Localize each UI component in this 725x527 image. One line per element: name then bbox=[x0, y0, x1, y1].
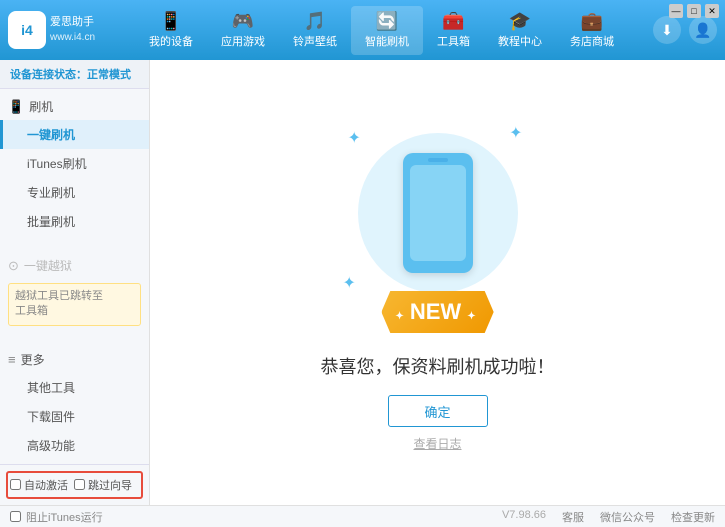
tab-ringtones[interactable]: 🎵 铃声壁纸 bbox=[279, 6, 351, 55]
footer-link-wechat[interactable]: 微信公众号 bbox=[600, 509, 655, 525]
account-button[interactable]: 👤 bbox=[689, 16, 717, 44]
sidebar-item-itunes-flash[interactable]: iTunes刷机 bbox=[0, 149, 149, 178]
maximize-button[interactable]: □ bbox=[687, 4, 701, 18]
jailbreak-section: ⊙ 一键越狱 越狱工具已跳转至 工具箱 bbox=[0, 248, 149, 334]
footer-left: 阻止iTunes运行 bbox=[10, 509, 103, 525]
flash-section-title: 📱 刷机 bbox=[0, 93, 149, 120]
footer-right: V7.98.66 客服 微信公众号 检查更新 bbox=[502, 509, 715, 525]
sidebar-item-advanced[interactable]: 高级功能 bbox=[0, 431, 149, 460]
logo-area: i4 爱思助手 www.i4.cn bbox=[8, 11, 118, 49]
minimize-button[interactable]: — bbox=[669, 4, 683, 18]
phone-screen bbox=[410, 165, 466, 261]
sparkle-icon-1: ✦ bbox=[348, 128, 361, 148]
skip-guide-input[interactable] bbox=[74, 479, 85, 490]
auto-activate-checkbox[interactable]: 自动激活 bbox=[10, 477, 68, 493]
logo-text: 爱思助手 www.i4.cn bbox=[50, 15, 95, 44]
ringtones-icon: 🎵 bbox=[304, 12, 326, 30]
sidebar-item-other-tools[interactable]: 其他工具 bbox=[0, 373, 149, 402]
jailbreak-warning: 越狱工具已跳转至 工具箱 bbox=[8, 283, 141, 326]
no-itunes-label: 阻止iTunes运行 bbox=[26, 509, 103, 525]
flash-section: 📱 刷机 一键刷机 iTunes刷机 专业刷机 批量刷机 bbox=[0, 89, 149, 240]
new-badge-stars-right: ✦ bbox=[467, 311, 475, 322]
confirm-button[interactable]: 确定 bbox=[388, 395, 488, 427]
header-right: ⬇ 👤 bbox=[653, 16, 717, 44]
close-button[interactable]: ✕ bbox=[705, 4, 719, 18]
jailbreak-section-icon: ⊙ bbox=[8, 258, 19, 274]
tab-toolbox[interactable]: 🧰 工具箱 bbox=[423, 6, 484, 55]
success-graphic: ✦ ✦ ✦ ✦ NEW ✦ bbox=[338, 113, 538, 333]
phone-notch bbox=[428, 158, 448, 162]
more-section: ≡ 更多 其他工具 下载固件 高级功能 bbox=[0, 342, 149, 464]
sidebar-bottom: 自动激活 跳过向导 📱 iPhone 15 Pro Max 512GB iPho… bbox=[0, 464, 149, 505]
sidebar-item-batch-flash[interactable]: 批量刷机 bbox=[0, 207, 149, 236]
toolbox-icon: 🧰 bbox=[442, 12, 464, 30]
sparkle-icon-2: ✦ bbox=[509, 123, 522, 143]
tab-service[interactable]: 💼 务店商城 bbox=[556, 6, 628, 55]
skip-guide-checkbox[interactable]: 跳过向导 bbox=[74, 477, 132, 493]
flash-section-icon: 📱 bbox=[8, 99, 24, 115]
window-controls: — □ ✕ bbox=[669, 4, 719, 18]
jailbreak-section-title: ⊙ 一键越狱 bbox=[0, 252, 149, 279]
phone-circle bbox=[358, 133, 518, 293]
tab-smart-flash[interactable]: 🔄 智能刷机 bbox=[351, 6, 423, 55]
main-layout: 设备连接状态：正常模式 📱 刷机 一键刷机 iTunes刷机 专业刷机 批量刷机… bbox=[0, 60, 725, 505]
new-badge-stars-left: ✦ bbox=[395, 311, 403, 322]
app-logo: i4 bbox=[8, 11, 46, 49]
more-section-icon: ≡ bbox=[8, 352, 16, 367]
header: i4 爱思助手 www.i4.cn 📱 我的设备 🎮 应用游戏 🎵 铃声壁纸 🔄 bbox=[0, 0, 725, 60]
sidebar-status: 设备连接状态：正常模式 bbox=[0, 60, 149, 89]
tab-apps-games[interactable]: 🎮 应用游戏 bbox=[207, 6, 279, 55]
nav-tabs: 📱 我的设备 🎮 应用游戏 🎵 铃声壁纸 🔄 智能刷机 🧰 工具箱 🎓 bbox=[118, 6, 645, 55]
sidebar-item-download-firmware[interactable]: 下载固件 bbox=[0, 402, 149, 431]
tab-tutorial[interactable]: 🎓 教程中心 bbox=[484, 6, 556, 55]
service-icon: 💼 bbox=[581, 12, 603, 30]
more-section-title: ≡ 更多 bbox=[0, 346, 149, 373]
no-itunes-checkbox[interactable] bbox=[10, 511, 21, 522]
view-log-link[interactable]: 查看日志 bbox=[413, 435, 461, 452]
footer: 阻止iTunes运行 V7.98.66 客服 微信公众号 检查更新 bbox=[0, 505, 725, 527]
tab-my-device[interactable]: 📱 我的设备 bbox=[135, 6, 207, 55]
sidebar-item-one-click-flash[interactable]: 一键刷机 bbox=[0, 120, 149, 149]
sparkle-icon-3: ✦ bbox=[343, 273, 356, 293]
auto-activate-input[interactable] bbox=[10, 479, 21, 490]
tutorial-icon: 🎓 bbox=[509, 12, 531, 30]
download-button[interactable]: ⬇ bbox=[653, 16, 681, 44]
new-badge: ✦ NEW ✦ bbox=[381, 291, 493, 333]
content-area: ✦ ✦ ✦ ✦ NEW ✦ 恭喜您，保资料刷机成功啦！ 确定 查看日志 bbox=[150, 60, 725, 505]
auto-options-row: 自动激活 跳过向导 bbox=[6, 471, 143, 499]
phone-illustration bbox=[403, 153, 473, 273]
footer-link-update[interactable]: 检查更新 bbox=[671, 509, 715, 525]
footer-version: V7.98.66 bbox=[502, 509, 546, 525]
footer-link-support[interactable]: 客服 bbox=[562, 509, 584, 525]
sidebar: 设备连接状态：正常模式 📱 刷机 一键刷机 iTunes刷机 专业刷机 批量刷机… bbox=[0, 60, 150, 505]
smart-flash-icon: 🔄 bbox=[376, 12, 398, 30]
sidebar-item-pro-flash[interactable]: 专业刷机 bbox=[0, 178, 149, 207]
success-message: 恭喜您，保资料刷机成功啦！ bbox=[321, 353, 555, 379]
my-device-icon: 📱 bbox=[160, 12, 182, 30]
apps-games-icon: 🎮 bbox=[232, 12, 254, 30]
